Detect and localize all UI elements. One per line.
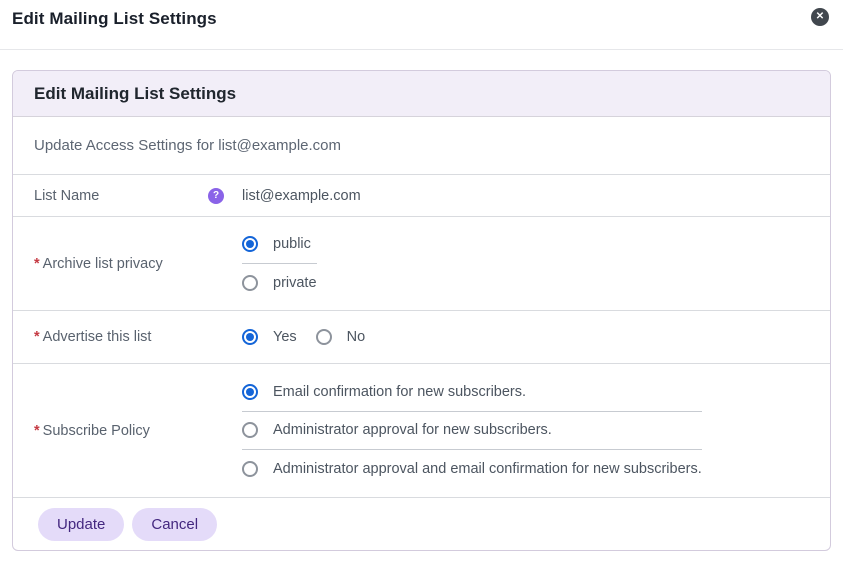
- subscribe-policy-row: * Subscribe Policy Email confirmation fo…: [13, 364, 830, 498]
- radio-option-public[interactable]: public: [242, 226, 317, 264]
- advertise-row: * Advertise this list Yes No: [13, 311, 830, 364]
- subscribe-policy-label: Subscribe Policy: [42, 422, 150, 439]
- radio-icon[interactable]: [242, 236, 258, 252]
- radio-icon[interactable]: [242, 274, 258, 291]
- radio-option-email-confirmation[interactable]: Email confirmation for new subscribers.: [242, 374, 702, 412]
- radio-label: Administrator approval for new subscribe…: [273, 422, 552, 438]
- archive-privacy-label: Archive list privacy: [42, 255, 163, 272]
- card-title: Edit Mailing List Settings: [13, 71, 830, 117]
- radio-option-private[interactable]: private: [242, 264, 317, 302]
- update-button[interactable]: Update: [38, 507, 125, 541]
- archive-privacy-label-cell: * Archive list privacy: [13, 217, 242, 310]
- subscribe-policy-options: Email confirmation for new subscribers. …: [242, 364, 830, 497]
- archive-privacy-radio-group: public private: [242, 226, 317, 302]
- radio-label: public: [273, 236, 311, 252]
- radio-option-no[interactable]: No: [315, 329, 366, 345]
- radio-option-admin-approval[interactable]: Administrator approval for new subscribe…: [242, 412, 702, 450]
- radio-option-admin-approval-and-email[interactable]: Administrator approval and email confirm…: [242, 450, 702, 488]
- list-name-label-cell: List Name ?: [13, 187, 242, 204]
- radio-icon[interactable]: [315, 329, 332, 345]
- list-name-row: List Name ? list@example.com: [13, 175, 830, 217]
- advertise-options: Yes No: [242, 311, 830, 363]
- radio-icon[interactable]: [242, 460, 258, 477]
- radio-icon[interactable]: [242, 422, 258, 438]
- radio-option-yes[interactable]: Yes: [242, 329, 297, 345]
- radio-label: Email confirmation for new subscribers.: [273, 384, 527, 400]
- radio-label: Administrator approval and email confirm…: [273, 460, 702, 477]
- list-name-label: List Name: [34, 187, 100, 204]
- archive-privacy-options: public private: [242, 217, 830, 310]
- subscribe-policy-radio-group: Email confirmation for new subscribers. …: [242, 374, 702, 488]
- close-icon[interactable]: ✕: [811, 8, 829, 26]
- radio-label: Yes: [273, 329, 297, 345]
- required-asterisk: *: [34, 329, 40, 345]
- required-asterisk: *: [34, 422, 40, 439]
- radio-label: No: [346, 329, 366, 345]
- radio-icon[interactable]: [242, 384, 258, 400]
- required-asterisk: *: [34, 255, 40, 272]
- advertise-label: Advertise this list: [42, 329, 152, 345]
- archive-privacy-row: * Archive list privacy public private: [13, 217, 830, 311]
- settings-card: Edit Mailing List Settings Update Access…: [12, 70, 831, 551]
- list-name-value-cell: list@example.com: [242, 188, 830, 204]
- modal-header: Edit Mailing List Settings ✕: [0, 0, 843, 50]
- description-row: Update Access Settings for list@example.…: [13, 117, 830, 175]
- page-title: Edit Mailing List Settings: [12, 9, 217, 28]
- help-icon[interactable]: ?: [208, 187, 224, 204]
- subscribe-policy-label-cell: * Subscribe Policy: [13, 364, 242, 497]
- list-name-value: list@example.com: [242, 187, 361, 204]
- radio-label: private: [273, 274, 317, 291]
- radio-icon[interactable]: [242, 329, 258, 345]
- cancel-button[interactable]: Cancel: [132, 507, 218, 541]
- advertise-label-cell: * Advertise this list: [13, 311, 242, 363]
- footer-row: Update Cancel: [13, 498, 830, 550]
- description-text: Update Access Settings for list@example.…: [34, 137, 342, 154]
